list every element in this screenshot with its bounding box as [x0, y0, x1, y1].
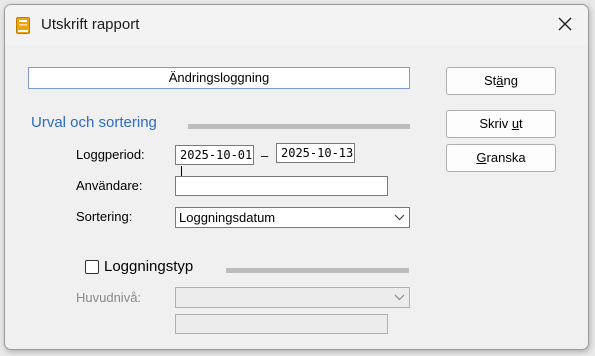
preview-button[interactable]: Granska: [446, 144, 556, 172]
log-type-separator: [226, 268, 409, 273]
sort-label: Sortering:: [76, 209, 133, 224]
title-bar: Utskrift rapport: [5, 5, 588, 45]
date-separator: –: [261, 148, 269, 163]
date-to-value: 2025-10-13: [281, 146, 354, 160]
close-icon: [558, 17, 572, 31]
close-window-button[interactable]: [542, 5, 588, 43]
date-from-value: 2025-10-01: [180, 148, 253, 162]
sub-level-input[interactable]: [175, 314, 388, 334]
print-report-dialog: Utskrift rapport Ändringsloggning Urval …: [4, 4, 589, 350]
sort-value: Loggningsdatum: [179, 210, 276, 225]
close-button-label-end: ng: [503, 73, 518, 88]
sort-dropdown[interactable]: Loggningsdatum: [175, 207, 410, 228]
report-name-field: Ändringsloggning: [28, 67, 410, 89]
log-type-checkbox[interactable]: [85, 260, 99, 274]
print-button-mnemonic: u: [511, 116, 520, 131]
print-button-label-start: Skriv: [479, 116, 512, 131]
date-to-input[interactable]: 2025-10-13: [276, 143, 355, 163]
close-button-mnemonic: ä: [496, 73, 504, 88]
chevron-down-icon[interactable]: [390, 209, 408, 226]
date-from-input[interactable]: 2025-10-01: [175, 145, 254, 179]
main-level-dropdown[interactable]: [175, 287, 410, 308]
window-title: Utskrift rapport: [41, 16, 140, 33]
close-button-label-start: St: [484, 73, 497, 88]
report-book-icon: [16, 17, 30, 34]
user-label: Användare:: [76, 178, 143, 193]
print-button-label-end: t: [519, 116, 523, 131]
selection-sorting-heading: Urval och sortering: [31, 114, 157, 131]
preview-button-mnemonic: G: [476, 150, 487, 165]
preview-button-label-end: ranska: [486, 150, 526, 165]
close-button[interactable]: Stäng: [446, 67, 556, 95]
user-input[interactable]: [175, 176, 388, 196]
main-level-label: Huvudnivå:: [76, 290, 142, 305]
log-period-label: Loggperiod:: [76, 147, 145, 162]
log-type-label[interactable]: Loggningstyp: [104, 258, 193, 275]
chevron-down-icon[interactable]: [390, 289, 408, 306]
print-button[interactable]: Skriv ut: [446, 110, 556, 138]
selection-separator: [188, 124, 410, 129]
